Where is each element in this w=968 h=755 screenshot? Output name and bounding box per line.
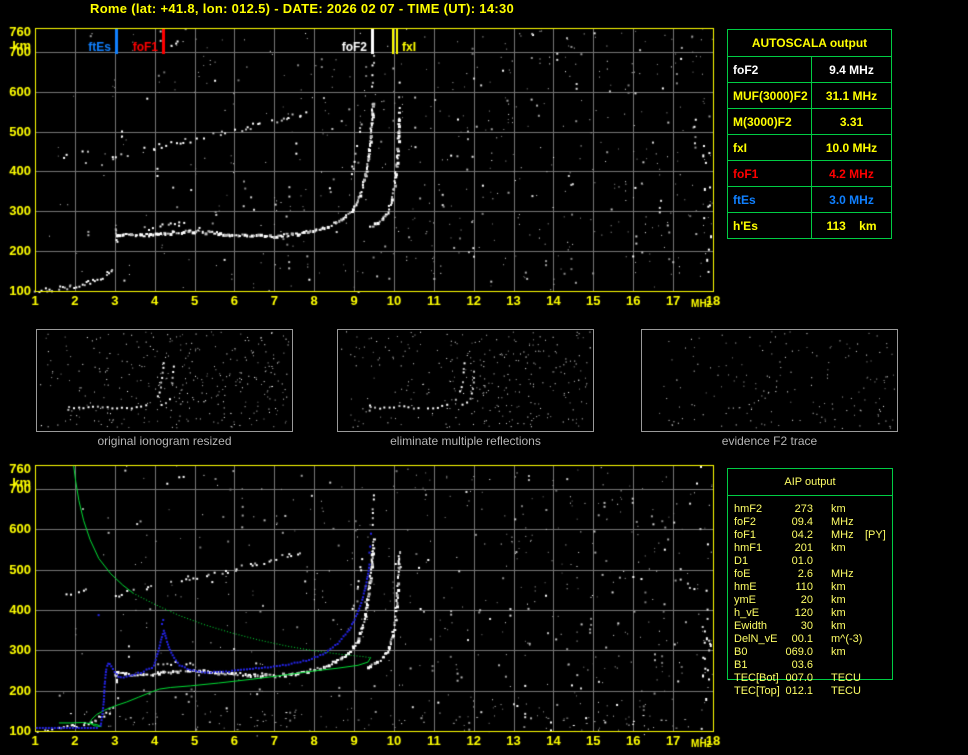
param-label: B1	[734, 659, 748, 671]
param-unit: m^(-3)	[831, 633, 863, 645]
param-unit: km	[831, 646, 846, 658]
autoscala-row-MUF(3000)F2: MUF(3000)F2 31.1 MHz	[728, 82, 891, 108]
param-unit: MHz	[831, 568, 854, 580]
bottom-profile-plot	[0, 452, 724, 755]
param-label: fxI	[728, 135, 812, 160]
thumbnail-original-ionogram-canvas	[36, 329, 293, 432]
aip-row-D1: D1 01.0	[728, 555, 892, 568]
param-value: 03.6	[791, 659, 813, 671]
aip-row-DelN_vE: DelN_vE 00.1 m^(-3)	[728, 633, 892, 646]
param-value: 007.0	[785, 672, 813, 684]
param-value: 201	[794, 542, 813, 554]
param-unit: TECU	[831, 672, 861, 684]
param-value: 04.2	[791, 529, 813, 541]
param-value: 120	[794, 607, 813, 619]
param-unit: km	[831, 581, 846, 593]
param-label: B0	[734, 646, 748, 658]
param-value: 30	[800, 620, 813, 632]
param-unit: km	[831, 620, 846, 632]
param-value: 4.2 MHz	[829, 166, 874, 181]
autoscala-row-ftEs: ftEs 3.0 MHz	[728, 186, 891, 212]
param-value: 9.4 MHz	[829, 62, 874, 77]
param-value: 10.0 MHz	[825, 140, 878, 155]
param-label: foF2	[734, 516, 757, 528]
aip-row-h_vE: h_vE 120 km	[728, 607, 892, 620]
param-unit: TECU	[831, 685, 861, 697]
thumbnail-caption: eliminate multiple reflections	[390, 434, 541, 448]
thumbnail-eliminate-reflections-canvas	[337, 329, 594, 432]
autoscala-row-foF1: foF1 4.2 MHz	[728, 160, 891, 186]
param-unit: km	[831, 594, 846, 606]
param-value: 3.0 MHz	[829, 192, 874, 207]
param-label: foE	[734, 568, 751, 580]
aip-row-hmF1: hmF1 201 km	[728, 542, 892, 555]
aip-row-B1: B1 03.6	[728, 659, 892, 672]
param-label: foF2	[728, 57, 812, 82]
param-value: 31.1 MHz	[825, 88, 878, 103]
aip-row-B0: B0 069.0 km	[728, 646, 892, 659]
param-value: 273	[794, 503, 813, 515]
autoscala-row-M(3000)F2: M(3000)F2 3.31	[728, 108, 891, 134]
aip-header-divider	[728, 495, 892, 496]
autoscala-output-table: AUTOSCALA output foF2 9.4 MHz MUF(3000)F2 3…	[727, 29, 892, 239]
param-label: ftEs	[728, 187, 812, 212]
thumbnail-eliminate-reflections: eliminate multiple reflections	[337, 329, 594, 448]
thumbnail-original-ionogram: original ionogram resized	[36, 329, 293, 448]
aip-table-header: AIP output	[784, 476, 836, 488]
param-label: MUF(3000)F2	[728, 83, 812, 108]
param-value: 110	[795, 581, 813, 593]
param-unit: MHz	[831, 516, 854, 528]
param-unit: km	[831, 503, 846, 515]
aip-row-hmF2: hmF2 273 km	[728, 503, 892, 516]
param-label: foF1	[728, 161, 812, 186]
param-label: ymE	[734, 594, 756, 606]
autoscala-row-foF2: foF2 9.4 MHz	[728, 56, 891, 82]
param-unit: MHz	[831, 529, 854, 541]
top-ionogram-plot	[0, 16, 724, 316]
page-title: Rome (lat: +41.8, lon: 012.5) - DATE: 20…	[90, 1, 515, 16]
param-unit: km	[831, 607, 846, 619]
param-value: 00.1	[791, 633, 813, 645]
param-label: foF1	[734, 529, 757, 541]
aip-row-foF1: foF1 04.2 MHz [PY]	[728, 529, 892, 542]
autoscala-table-header: AUTOSCALA output	[751, 36, 868, 50]
autoscala-row-fxI: fxI 10.0 MHz	[728, 134, 891, 160]
param-value: 069.0	[785, 646, 813, 658]
param-unit: km	[831, 542, 846, 554]
aip-row-TEC[Bot]: TEC[Bot] 007.0 TECU	[728, 672, 892, 685]
aip-row-ymE: ymE 20 km	[728, 594, 892, 607]
param-label: D1	[734, 555, 749, 567]
aip-row-TEC[Top]: TEC[Top] 012.1 TECU	[728, 685, 892, 698]
param-label: M(3000)F2	[728, 109, 812, 134]
aip-row-Ewidth: Ewidth 30 km	[728, 620, 892, 633]
param-value: 20	[800, 594, 813, 606]
aip-table-rows: hmF2 273 km foF2 09.4 MHz foF1 04.2 MHz [PY] hmF1 2…	[728, 503, 892, 698]
param-label: hmE	[734, 581, 757, 593]
param-label: h'Es	[728, 213, 812, 238]
autoscala-row-h'Es: h'Es 113 km	[728, 212, 891, 238]
thumbnail-evidence-f2-trace: evidence F2 trace	[641, 329, 898, 448]
param-value: 01.0	[791, 555, 813, 567]
param-extra: [PY]	[865, 529, 886, 541]
param-value: 2.6	[797, 568, 813, 580]
param-value: 012.1	[785, 685, 813, 697]
aip-row-foE: foE 2.6 MHz	[728, 568, 892, 581]
thumbnail-evidence-f2-trace-canvas	[641, 329, 898, 432]
param-value: 113 km	[826, 218, 877, 233]
param-value: 09.4	[791, 516, 813, 528]
param-value: 3.31	[839, 114, 864, 129]
thumbnail-caption: original ionogram resized	[97, 434, 232, 448]
autoscala-table-rows: foF2 9.4 MHz MUF(3000)F2 31.1 MHz M(3000)F2 3…	[728, 56, 891, 238]
aip-output-table: AIP output hmF2 273 km foF2 09.4 MHz foF1 04.2 M…	[727, 468, 893, 697]
autoscala-app-window: Rome (lat: +41.8, lon: 012.5) - DATE: 20…	[0, 0, 968, 755]
aip-row-hmE: hmE 110 km	[728, 581, 892, 594]
aip-row-foF2: foF2 09.4 MHz	[728, 516, 892, 529]
thumbnail-caption: evidence F2 trace	[721, 434, 818, 448]
